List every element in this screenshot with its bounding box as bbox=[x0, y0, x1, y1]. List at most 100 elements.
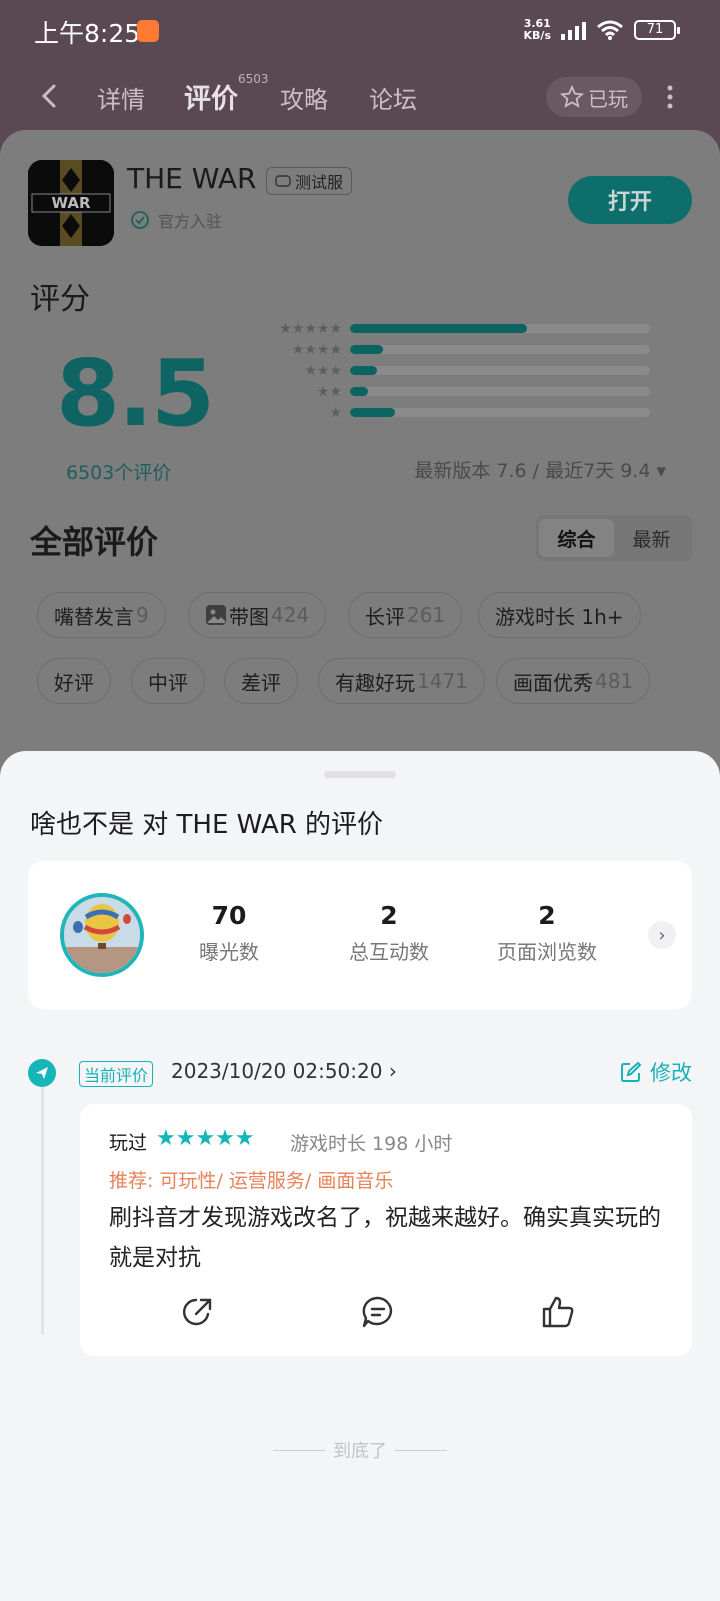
official-verified: 官方入驻 bbox=[130, 208, 222, 232]
star-outline-icon bbox=[560, 85, 584, 108]
tab-details[interactable]: 详情 bbox=[97, 80, 145, 115]
rating-row-4: ★★★★ bbox=[230, 339, 670, 360]
top-nav: 详情 评价 6503 攻略 论坛 已玩 bbox=[0, 64, 720, 130]
star-icons: ★★★ bbox=[304, 362, 342, 379]
rating-bar bbox=[350, 387, 650, 396]
current-review-badge: 当前评价 bbox=[79, 1061, 154, 1087]
sort-overall[interactable]: 综合 bbox=[539, 519, 614, 557]
all-reviews-title: 全部评价 bbox=[30, 523, 159, 561]
tag-count: 1471 bbox=[417, 669, 468, 693]
rating-row-5: ★★★★★ bbox=[230, 318, 670, 339]
comment-icon[interactable] bbox=[360, 1294, 396, 1330]
rating-count: 6503个评价 bbox=[66, 462, 172, 484]
star-icons: ★★ bbox=[316, 383, 342, 400]
edit-button[interactable]: 修改 bbox=[620, 1057, 692, 1087]
tag-count: 9 bbox=[136, 603, 149, 627]
my-review-sheet: 啥也不是 对 THE WAR 的评价 70 曝光数 2 总互动数 2 页面浏览数… bbox=[0, 751, 720, 1601]
stat-value: 70 bbox=[211, 901, 247, 930]
share-icon[interactable] bbox=[180, 1294, 216, 1330]
star-icons: ★★★★ bbox=[291, 341, 342, 358]
rating-score: 8.5 bbox=[56, 340, 215, 447]
rating-title: 评分 bbox=[30, 282, 90, 317]
tag-filter[interactable]: 游戏时长 1h+ bbox=[478, 592, 641, 638]
rating-bar bbox=[350, 366, 650, 375]
end-of-list: 到底了 bbox=[0, 1437, 720, 1463]
sort-toggle: 综合 最新 bbox=[536, 515, 692, 561]
open-button[interactable]: 打开 bbox=[568, 176, 692, 224]
wifi-icon bbox=[597, 20, 623, 40]
sheet-title: 啥也不是 对 THE WAR 的评价 bbox=[30, 810, 384, 840]
tag-filter[interactable]: 长评 261 bbox=[348, 592, 463, 638]
tag-filter[interactable]: 好评 bbox=[37, 658, 111, 704]
end-text: 到底了 bbox=[333, 1441, 387, 1462]
tag-label: 有趣好玩 bbox=[335, 670, 415, 695]
tag-filter[interactable]: 画面优秀 481 bbox=[496, 658, 651, 704]
star-icons: ★ bbox=[329, 404, 342, 421]
rating-bar-fill bbox=[350, 345, 383, 354]
tag-label: 好评 bbox=[54, 670, 94, 695]
app-name: THE WAR bbox=[127, 162, 257, 195]
rating-bar bbox=[350, 324, 650, 333]
tab-reviews[interactable]: 评价 bbox=[184, 77, 238, 116]
recommend-tags: 推荐: 可玩性/ 运营服务/ 画面音乐 bbox=[109, 1170, 394, 1192]
status-bar: 上午8:25 3.61 KB/s 71 bbox=[0, 0, 720, 64]
verified-icon bbox=[131, 211, 149, 229]
stat-value: 2 bbox=[538, 901, 556, 930]
played-button[interactable]: 已玩 bbox=[546, 77, 642, 117]
tag-label: 游戏时长 1h+ bbox=[495, 604, 624, 629]
tag-label: 画面优秀 bbox=[513, 670, 593, 695]
sort-latest[interactable]: 最新 bbox=[614, 519, 689, 557]
review-actions bbox=[80, 1294, 692, 1334]
rating-row-1: ★ bbox=[230, 402, 670, 423]
official-label: 官方入驻 bbox=[158, 212, 223, 231]
rating-bar-fill bbox=[350, 408, 395, 417]
stat-interactions: 2 总互动数 bbox=[324, 901, 454, 965]
review-page: WAR THE WAR 测试服 官方入驻 打开 评分 8.5 6503个评价 ★… bbox=[0, 130, 720, 830]
tag-filter[interactable]: 有趣好玩 1471 bbox=[318, 658, 485, 704]
like-icon[interactable] bbox=[540, 1294, 576, 1330]
played-label: 已玩 bbox=[588, 86, 628, 111]
version-rating-info[interactable]: 最新版本 7.6 / 最近7天 9.4 ▾ bbox=[414, 456, 666, 483]
image-icon bbox=[206, 605, 226, 625]
test-server-badge: 测试服 bbox=[266, 167, 353, 195]
more-icon[interactable] bbox=[664, 84, 676, 110]
played-status: 玩过 bbox=[109, 1132, 148, 1154]
tag-count: 261 bbox=[407, 603, 446, 627]
tag-label: 差评 bbox=[241, 670, 281, 695]
review-card[interactable]: 玩过 ★★★★★ 游戏时长 198 小时 推荐: 可玩性/ 运营服务/ 画面音乐… bbox=[80, 1104, 692, 1356]
tab-forum[interactable]: 论坛 bbox=[369, 80, 417, 115]
stat-page-views: 2 页面浏览数 bbox=[482, 901, 612, 965]
tag-label: 长评 bbox=[365, 604, 405, 629]
stat-label: 曝光数 bbox=[199, 940, 259, 964]
review-timestamp[interactable]: 2023/10/20 02:50:20 › bbox=[171, 1059, 397, 1083]
edit-icon bbox=[621, 1061, 642, 1082]
rating-bar-fill bbox=[350, 324, 527, 333]
tag-filter[interactable]: 嘴替发言 9 bbox=[37, 592, 166, 638]
rating-distribution: ★★★★★ ★★★★ ★★★ ★★ ★ bbox=[230, 318, 670, 423]
stat-label: 页面浏览数 bbox=[497, 940, 597, 964]
tab-guides[interactable]: 攻略 bbox=[280, 80, 328, 115]
review-stats-card[interactable]: 70 曝光数 2 总互动数 2 页面浏览数 › bbox=[28, 861, 692, 1009]
test-server-label: 测试服 bbox=[295, 173, 344, 192]
avatar[interactable] bbox=[60, 893, 144, 977]
rating-row-2: ★★ bbox=[230, 381, 670, 402]
chevron-right-icon[interactable]: › bbox=[648, 921, 676, 949]
tag-filter[interactable]: 差评 bbox=[224, 658, 298, 704]
back-arrow-icon[interactable] bbox=[36, 82, 64, 110]
review-text: 刷抖音才发现游戏改名了，祝越来越好。确实真实玩的就是对抗 bbox=[109, 1205, 661, 1271]
gamepad-icon bbox=[275, 175, 291, 187]
stat-label: 总互动数 bbox=[349, 940, 429, 964]
rating-row-3: ★★★ bbox=[230, 360, 670, 381]
timeline-line bbox=[41, 1064, 44, 1334]
tag-filter[interactable]: 中评 bbox=[131, 658, 205, 704]
tag-filter[interactable]: 带图 424 bbox=[188, 592, 327, 638]
rating-bar bbox=[350, 345, 650, 354]
balloon-avatar-image bbox=[64, 897, 140, 973]
star-icons: ★★★★★ bbox=[279, 320, 342, 337]
rating-bar-fill bbox=[350, 366, 377, 375]
edit-label: 修改 bbox=[650, 1061, 692, 1085]
signal-icon bbox=[561, 20, 586, 40]
tag-count: 424 bbox=[271, 603, 310, 627]
sheet-drag-handle[interactable] bbox=[324, 771, 396, 778]
speed-unit: KB/s bbox=[523, 29, 551, 42]
